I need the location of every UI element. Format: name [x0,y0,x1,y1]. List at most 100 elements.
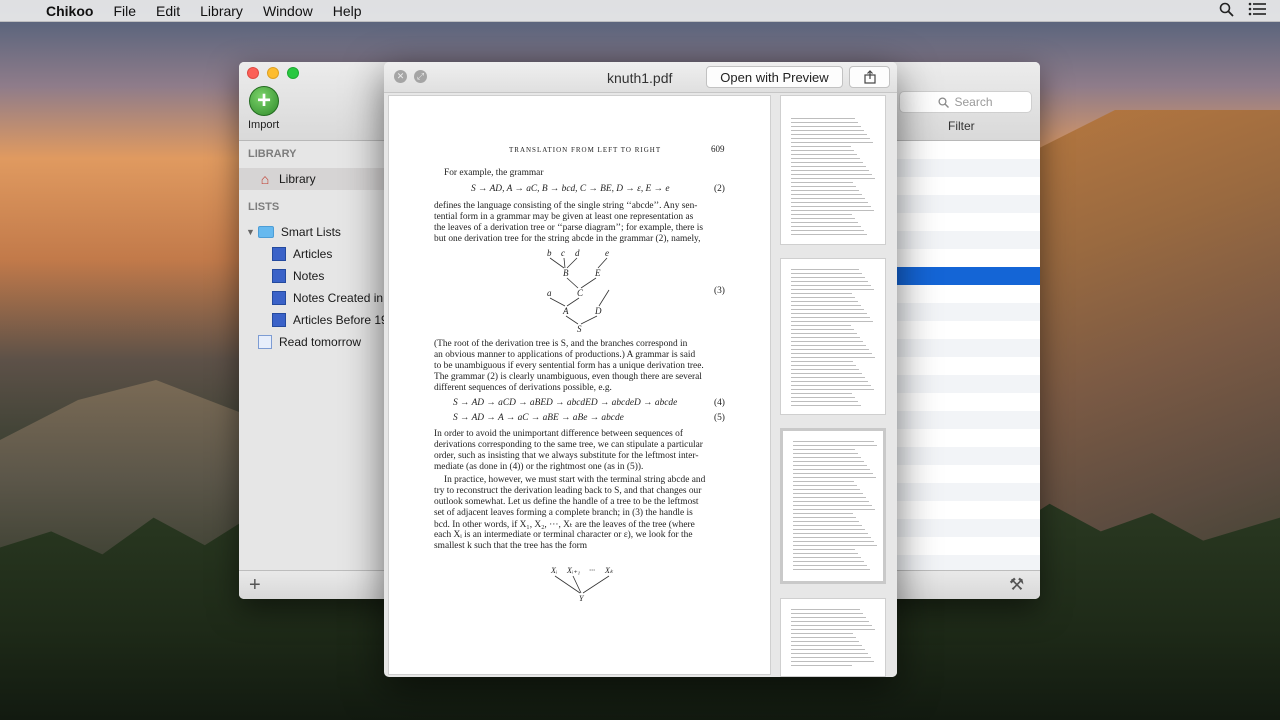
tree-label: a [547,288,552,298]
thumbnail-text-line [791,293,852,295]
page-text-line: (The root of the derivation tree is S, a… [434,339,688,349]
thumbnail-text-line [793,549,855,551]
tree-label: D [594,306,602,316]
sidebar: LIBRARY ⌂ Library LISTS ▼ Smart Lists Ar… [239,141,387,570]
thumbnail-text-line [791,661,874,663]
sidebar-item-smart-lists[interactable]: ▼ Smart Lists [239,221,387,243]
thumbnail-text-line [791,373,862,375]
import-label: Import [248,119,280,131]
notification-center-icon[interactable] [1248,2,1266,19]
page-text-line: defines the language consisting of the s… [434,201,698,211]
sidebar-item-library[interactable]: ⌂ Library [239,168,387,190]
thumbnail-text-line [791,269,859,271]
equation-5: S → AD → A → aC → aBE → aBe → abcde [453,413,624,423]
smart-list-icon [272,247,286,261]
thumbnail-text-line [793,441,874,443]
thumbnail-text-line [793,541,874,543]
sidebar-item-label: Read tomorrow [279,335,362,349]
pdf-page-view[interactable]: TRANSLATION FROM LEFT TO RIGHT 609 For e… [388,95,771,675]
tree-label: B [563,268,569,278]
page-text-line: outlook somewhat. Let us define the hand… [434,497,699,507]
thumbnail-text-line [791,186,856,188]
disclosure-triangle-icon[interactable]: ▼ [246,227,255,237]
thumbnail-text-line [793,513,853,515]
menu-library[interactable]: Library [200,3,243,19]
thumbnail-text-line [791,285,871,287]
filter-label[interactable]: Filter [948,119,975,133]
page-thumbnail-selected[interactable] [780,428,886,584]
search-input[interactable]: Search [899,91,1032,113]
thumbnail-text-line [791,645,862,647]
import-button[interactable]: + [247,86,281,116]
thumbnail-text-line [791,357,875,359]
thumbnail-text-line [791,305,861,307]
equation-number: (4) [714,398,725,408]
thumbnail-text-line [791,325,851,327]
thumbnail-text-line [791,150,854,152]
thumbnail-text-line [791,190,859,192]
fullscreen-icon[interactable]: ⤢ [414,70,427,83]
zoom-window-button[interactable] [287,67,299,79]
page-text-line: the leaves of a derivation tree or ‘‘par… [434,223,704,233]
thumbnail-text-line [791,649,865,651]
thumbnail-text-line [791,337,860,339]
thumbnail-text-line [793,445,877,447]
thumbnail-text-line [791,393,852,395]
thumbnail-text-line [791,289,874,291]
thumbnail-text-line [791,641,859,643]
thumbnail-text-line [791,377,865,379]
tools-icon[interactable]: ⚒ [1009,575,1024,595]
thumbnail-text-line [791,198,865,200]
menu-window[interactable]: Window [263,3,313,19]
thumbnail-text-line [791,609,860,611]
page-text-line: tential form in a grammar may be given a… [434,212,694,222]
quicklook-title: knuth1.pdf [607,70,673,86]
page-text-line: The grammar (2) is clearly unambiguous, … [434,372,702,382]
thumbnail-text-line [791,633,853,635]
thumbnail-text-line [793,449,855,451]
thumbnail-text-line [791,130,864,132]
thumbnail-text-line [791,218,855,220]
page-text-line: In order to avoid the unimportant differ… [434,429,683,439]
thumbnail-text-line [793,497,866,499]
sidebar-item-articles-before[interactable]: Articles Before 19 [239,309,387,331]
thumbnail-text-line [791,361,853,363]
thumbnail-text-line [791,162,863,164]
add-list-button[interactable]: + [249,574,261,597]
thumbnail-text-line [791,389,874,391]
close-window-button[interactable] [247,67,259,79]
house-icon: ⌂ [260,171,270,187]
page-text-line: For example, the grammar [444,168,544,178]
tree-label: d [575,248,580,258]
page-text-line: order, such as insisting that we always … [434,451,699,461]
thumbnail-text-line [793,481,854,483]
thumbnail-text-line [791,158,860,160]
page-text-line: but one derivation tree for the string a… [434,234,701,244]
thumbnail-text-line [791,146,851,148]
sidebar-item-articles[interactable]: Articles [239,243,387,265]
thumbnail-text-line [791,281,868,283]
share-button[interactable] [849,66,890,88]
spotlight-search-icon[interactable] [1219,2,1234,20]
open-with-preview-button[interactable]: Open with Preview [706,66,843,88]
close-icon[interactable]: ✕ [394,70,407,83]
window-controls [247,67,299,79]
thumbnail-text-line [791,613,863,615]
page-thumbnail[interactable] [780,95,886,245]
quicklook-panel: ✕ ⤢ knuth1.pdf Open with Preview TRANSLA… [384,62,897,677]
app-menu[interactable]: Chikoo [46,3,93,19]
menu-help[interactable]: Help [333,3,362,19]
thumbnail-text-line [791,629,875,631]
minimize-window-button[interactable] [267,67,279,79]
menu-bar: Chikoo File Edit Library Window Help [0,0,1280,22]
sidebar-item-label: Notes Created in 2 [293,291,387,305]
sidebar-item-notes-created[interactable]: Notes Created in 2 [239,287,387,309]
sidebar-item-read-tomorrow[interactable]: Read tomorrow [239,331,387,353]
menu-edit[interactable]: Edit [156,3,180,19]
menu-file[interactable]: File [113,3,136,19]
page-thumbnail[interactable] [780,258,886,415]
page-thumbnail[interactable] [780,598,886,677]
tree-label: Y [579,594,585,603]
thumbnail-text-line [791,134,867,136]
sidebar-item-notes[interactable]: Notes [239,265,387,287]
